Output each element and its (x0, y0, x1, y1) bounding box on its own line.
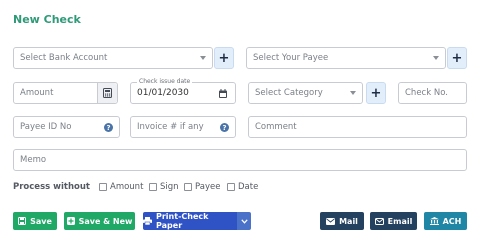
check-issue-date-value: 01/01/2030 (137, 88, 189, 98)
check-issue-date-input[interactable]: Check issue date 01/01/2030 (130, 78, 236, 104)
help-circle-icon[interactable]: ? (220, 123, 229, 132)
payee-id-input[interactable]: Payee ID No ? (13, 116, 120, 138)
process-without-sign-checkbox[interactable]: Sign (149, 182, 179, 192)
floppy-disk-icon (18, 217, 27, 225)
checkbox-icon[interactable] (184, 183, 192, 191)
save-button[interactable]: Save (13, 212, 57, 230)
save-label: Save (30, 216, 52, 226)
save-and-new-label: Save & New (78, 216, 133, 226)
envelope-icon (326, 217, 336, 225)
print-options-dropdown-button[interactable] (237, 212, 251, 230)
check-number-input[interactable]: Check No. (398, 82, 467, 104)
chevron-down-icon (200, 56, 206, 60)
chevron-down-icon (240, 218, 248, 224)
check-issue-date-legend: Check issue date (137, 78, 193, 86)
process-without-amount-checkbox[interactable]: Amount (99, 182, 143, 192)
payee-placeholder: Select Your Payee (253, 53, 329, 63)
add-bank-account-button[interactable]: + (214, 47, 234, 69)
printer-icon (143, 217, 152, 225)
mail-label: Mail (339, 216, 358, 226)
save-and-new-button[interactable]: Save & New (64, 212, 135, 230)
print-check-paper-button[interactable]: Print-Check Paper (143, 212, 237, 230)
checkbox-label: Date (238, 182, 259, 192)
plus-square-icon (66, 217, 75, 225)
checkbox-icon[interactable] (227, 183, 235, 191)
ach-label: ACH (442, 216, 462, 226)
invoice-number-placeholder: Invoice # if any (137, 122, 204, 132)
add-category-button[interactable]: + (366, 82, 386, 104)
process-without-payee-checkbox[interactable]: Payee (184, 182, 220, 192)
memo-input[interactable]: Memo (13, 149, 467, 171)
payee-id-placeholder: Payee ID No (20, 122, 72, 132)
bank-icon (429, 217, 439, 225)
envelope-icon (374, 217, 384, 225)
email-label: Email (387, 216, 413, 226)
payee-select[interactable]: Select Your Payee (246, 47, 446, 69)
amount-input[interactable]: Amount (13, 82, 118, 104)
bank-account-placeholder: Select Bank Account (20, 53, 108, 63)
checkbox-label: Payee (195, 182, 221, 192)
ach-button[interactable]: ACH (424, 212, 467, 230)
checkbox-label: Sign (160, 182, 179, 192)
page-title: New Check (13, 13, 81, 26)
calendar-icon[interactable] (219, 89, 227, 101)
process-without-label: Process without (13, 182, 90, 192)
bank-account-select[interactable]: Select Bank Account (13, 47, 213, 69)
checkbox-label: Amount (110, 182, 144, 192)
process-without-date-checkbox[interactable]: Date (227, 182, 258, 192)
chevron-down-icon (433, 56, 439, 60)
comment-placeholder: Comment (255, 122, 297, 132)
help-circle-icon[interactable]: ? (104, 123, 113, 132)
chevron-down-icon (350, 91, 356, 95)
checkbox-icon[interactable] (99, 183, 107, 191)
comment-input[interactable]: Comment (248, 116, 467, 138)
category-placeholder: Select Category (255, 88, 323, 98)
category-select[interactable]: Select Category (248, 82, 363, 104)
add-payee-button[interactable]: + (447, 47, 467, 69)
amount-placeholder: Amount (20, 88, 54, 98)
email-button[interactable]: Email (370, 212, 417, 230)
print-check-paper-label: Print-Check Paper (156, 212, 209, 230)
check-number-placeholder: Check No. (405, 88, 448, 98)
memo-placeholder: Memo (20, 155, 47, 165)
checkbox-icon[interactable] (149, 183, 157, 191)
mail-button[interactable]: Mail (320, 212, 364, 230)
invoice-number-input[interactable]: Invoice # if any ? (130, 116, 236, 138)
calculator-icon[interactable] (97, 83, 117, 103)
